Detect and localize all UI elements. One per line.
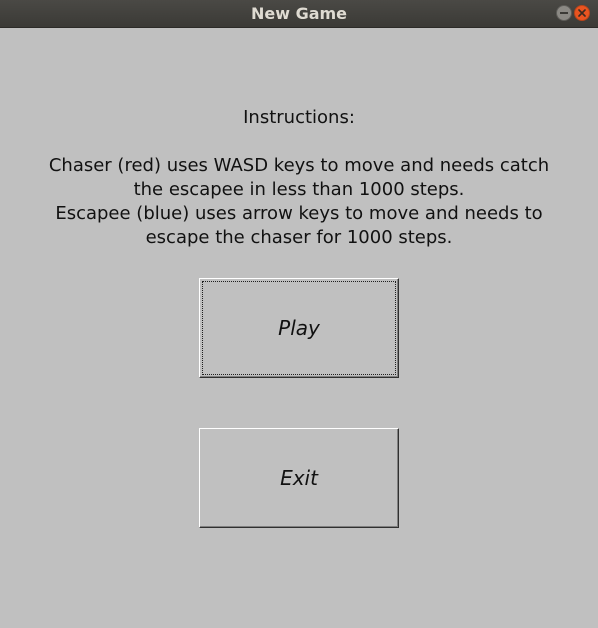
instructions-line: Escapee (blue) uses arrow keys to move a…	[55, 203, 543, 224]
minimize-icon	[560, 12, 568, 14]
instructions-line: escape the chaser for 1000 steps.	[145, 227, 453, 248]
instructions-line: Chaser (red) uses WASD keys to move and …	[48, 155, 550, 176]
close-button[interactable]	[574, 5, 590, 21]
exit-button-label: Exit	[280, 466, 318, 490]
window-title: New Game	[250, 4, 348, 23]
title-bar[interactable]: New Game	[0, 0, 598, 28]
exit-button[interactable]: Exit	[199, 428, 399, 528]
minimize-button[interactable]	[556, 5, 572, 21]
instructions-block: Instructions: Chaser (red) uses WASD key…	[0, 106, 598, 250]
play-button[interactable]: Play	[199, 278, 399, 378]
instructions-heading: Instructions:	[243, 107, 355, 128]
game-window: New Game Instructions: Chaser (red) uses…	[0, 0, 598, 628]
close-icon	[578, 9, 586, 17]
instructions-line: the escapee in less than 1000 steps.	[133, 179, 465, 200]
main-content: Instructions: Chaser (red) uses WASD key…	[0, 28, 598, 628]
play-button-label: Play	[278, 316, 320, 340]
